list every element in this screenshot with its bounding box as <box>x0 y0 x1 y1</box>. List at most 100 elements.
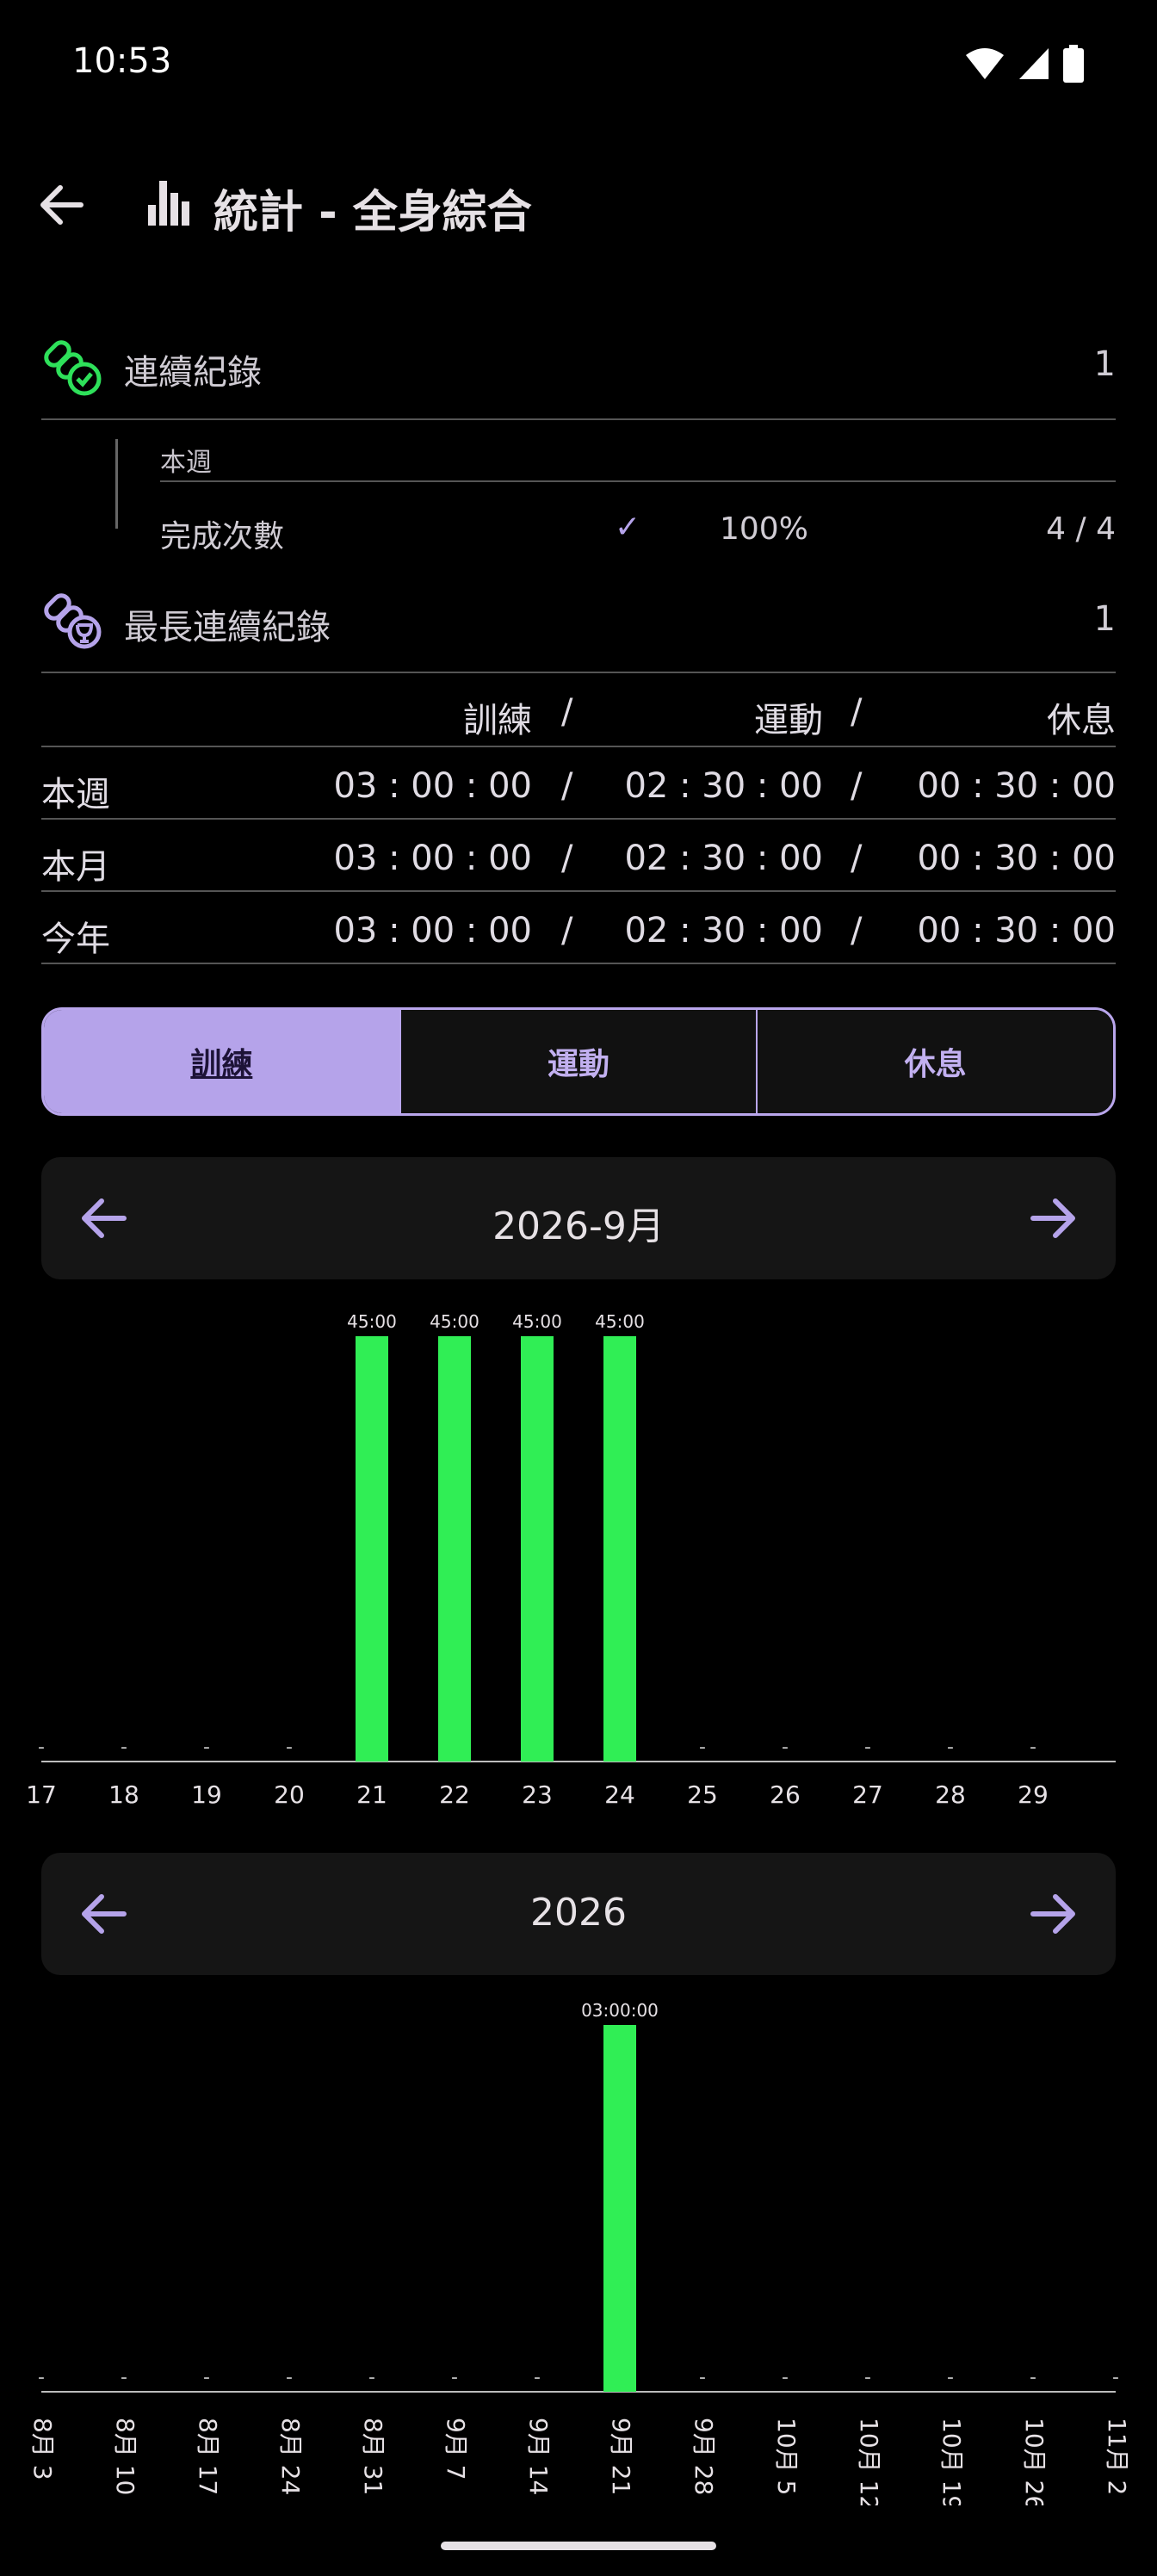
completion-percent: 100% <box>720 511 808 547</box>
status-icons <box>964 45 1085 83</box>
arrow-right-icon <box>1030 1894 1075 1934</box>
streak-row: 連續紀錄 1 <box>41 336 1116 405</box>
table-cell: 00 : 30 : 00 <box>917 839 1116 878</box>
tick-label: 17 <box>26 1780 57 1809</box>
arrow-right-icon <box>1030 1198 1075 1238</box>
tick-label: 26 <box>770 1780 801 1809</box>
tab-rest[interactable]: 休息 <box>758 1010 1113 1113</box>
empty-marker: - <box>121 1737 127 1758</box>
tick-label: 8月 3 <box>28 2418 57 2480</box>
table-cell: 02 : 30 : 00 <box>624 911 823 951</box>
table-separator: / <box>561 839 573 878</box>
data-label: 45:00 <box>347 1311 397 1332</box>
table-header-training: 訓練 <box>463 701 532 740</box>
status-time: 10:53 <box>72 41 172 81</box>
tick-label: 10月 5 <box>772 2418 801 2495</box>
table-separator: / <box>851 692 863 732</box>
empty-marker: - <box>699 2367 706 2388</box>
week-subheader: 本週 <box>160 448 212 478</box>
tick-label: 8月 31 <box>359 2418 387 2495</box>
month-title: 2026-9月 <box>492 1204 665 1248</box>
table-cell: 03 : 00 : 00 <box>333 839 532 878</box>
divider <box>41 963 1116 964</box>
table-separator: / <box>561 766 573 806</box>
divider <box>41 818 1116 820</box>
next-month-button[interactable] <box>1023 1187 1085 1249</box>
completion-count: 4 / 4 <box>1046 511 1116 547</box>
empty-marker: - <box>699 1737 706 1758</box>
table-cell: 03 : 00 : 00 <box>333 911 532 951</box>
data-label: 45:00 <box>512 1311 562 1332</box>
table-separator: / <box>851 766 863 806</box>
data-label: 45:00 <box>430 1311 480 1332</box>
tick-label: 8月 17 <box>194 2418 222 2495</box>
empty-marker: - <box>203 1737 210 1758</box>
arrow-back-icon <box>40 185 84 225</box>
tick-label: 23 <box>522 1780 553 1809</box>
tab-exercise[interactable]: 運動 <box>400 1010 758 1113</box>
tick-label: 29 <box>1018 1780 1049 1809</box>
tick-label: 10月 12 <box>855 2418 883 2505</box>
year-nav-card: 2026 <box>41 1853 1116 1975</box>
empty-marker: - <box>451 2367 458 2388</box>
empty-marker: - <box>1030 2367 1036 2388</box>
table-header-rest: 休息 <box>1047 701 1116 740</box>
empty-marker: - <box>286 1737 293 1758</box>
tick-label: 27 <box>852 1780 883 1809</box>
table-separator: / <box>561 692 573 732</box>
table-row-label: 今年 <box>41 920 110 959</box>
tick-label: 18 <box>108 1780 139 1809</box>
tick-label: 22 <box>439 1780 470 1809</box>
chart-bar <box>356 1336 388 1762</box>
next-year-button[interactable] <box>1023 1883 1085 1945</box>
divider <box>41 890 1116 892</box>
tick-label: 9月 21 <box>607 2418 635 2495</box>
chart-bar <box>603 1336 636 1762</box>
tick-label: 10月 26 <box>1020 2418 1049 2505</box>
tab-training[interactable]: 訓練 <box>44 1010 401 1113</box>
table-separator: / <box>851 911 863 951</box>
year-title: 2026 <box>530 1891 627 1935</box>
empty-marker: - <box>782 2367 789 2388</box>
table-row-label: 本月 <box>41 847 110 887</box>
tick-label: 11月 2 <box>1103 2418 1131 2495</box>
divider <box>160 480 1116 482</box>
empty-marker: - <box>782 1737 789 1758</box>
data-label: 03:00:00 <box>581 2000 659 2021</box>
tick-label: 9月 7 <box>442 2418 470 2480</box>
tick-label: 19 <box>191 1780 222 1809</box>
tick-label: 8月 24 <box>276 2418 305 2495</box>
streak-value: 1 <box>1093 344 1116 384</box>
back-button[interactable] <box>31 174 93 236</box>
longest-streak-row: 最長連續紀錄 1 <box>41 589 1116 658</box>
tick-label: 28 <box>935 1780 966 1809</box>
tick-label: 10月 19 <box>937 2418 966 2505</box>
home-indicator <box>441 2542 716 2550</box>
longest-streak-value: 1 <box>1093 599 1116 639</box>
empty-marker: - <box>534 2367 541 2388</box>
table-cell: 00 : 30 : 00 <box>917 911 1116 951</box>
tick-label: 25 <box>687 1780 718 1809</box>
longest-streak-label: 最長連續紀錄 <box>124 608 331 647</box>
cell-signal-icon <box>1019 48 1049 79</box>
empty-marker: - <box>947 2367 954 2388</box>
battery-icon <box>1063 45 1084 83</box>
empty-marker: - <box>864 1737 871 1758</box>
empty-marker: - <box>947 1737 954 1758</box>
table-cell: 00 : 30 : 00 <box>917 766 1116 806</box>
tick-label: 20 <box>274 1780 305 1809</box>
empty-marker: - <box>1112 2367 1119 2388</box>
table-header-exercise: 運動 <box>754 701 823 740</box>
empty-marker: - <box>203 2367 210 2388</box>
status-bar: 10:53 <box>0 0 1157 129</box>
empty-marker: - <box>1030 1737 1036 1758</box>
table-cell: 02 : 30 : 00 <box>624 839 823 878</box>
category-tabs: 訓練 運動 休息 <box>41 1007 1116 1116</box>
empty-marker: - <box>864 2367 871 2388</box>
divider <box>41 672 1116 673</box>
divider <box>41 418 1116 420</box>
tick-label: 9月 28 <box>690 2418 718 2495</box>
empty-marker: - <box>368 2367 375 2388</box>
bar-chart-icon <box>148 181 189 226</box>
month-bar-chart: - 17 - 18 - 19 - 20 45:00 21 45:00 22 45:00 23 45:00 24… <box>26 1311 1116 1809</box>
